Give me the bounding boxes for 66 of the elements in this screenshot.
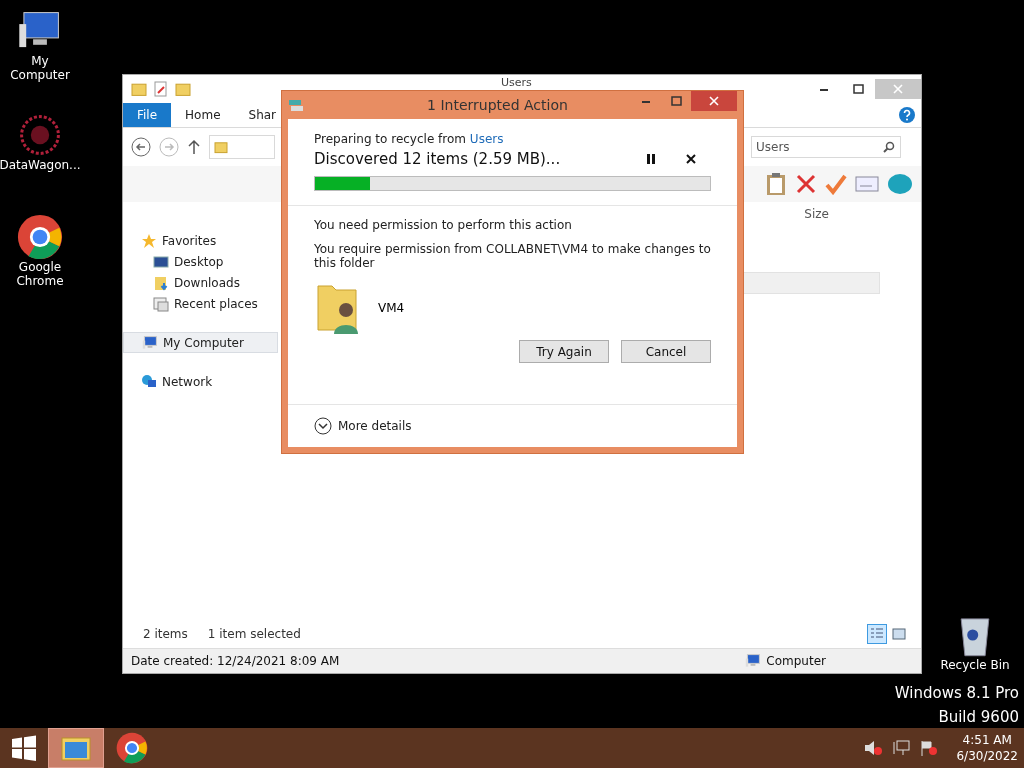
retry-button[interactable]: Try Again	[519, 340, 609, 363]
ribbon-tab[interactable]: Home	[171, 103, 235, 127]
recent-places-icon	[153, 295, 169, 312]
details-toggle[interactable]: More details	[314, 417, 412, 435]
ribbon-tab[interactable]: File	[123, 103, 172, 127]
close-icon	[686, 154, 696, 164]
status-text: Date created: 12/24/2021 8:09 AM	[131, 654, 340, 668]
close-icon[interactable]	[708, 95, 720, 107]
maximize-icon[interactable]	[670, 95, 682, 107]
folder-icon	[175, 81, 191, 97]
icon-label[interactable]: DataWagon...	[0, 158, 81, 172]
nav-item[interactable]: Recent places	[123, 293, 278, 314]
flag-icon[interactable]	[920, 740, 939, 756]
chevron-down-icon	[314, 417, 332, 435]
icon-label[interactable]: My Computer	[0, 54, 80, 82]
properties-icon	[153, 81, 169, 97]
back-icon[interactable]	[131, 137, 151, 157]
watermark-text: Windows 8.1 Pro	[894, 684, 1019, 702]
folder-icon	[153, 274, 169, 291]
checkmark-icon[interactable]	[825, 173, 847, 195]
icon-label[interactable]: Recycle Bin	[940, 658, 1010, 672]
transfer-icon	[288, 98, 304, 112]
cancel-button[interactable]: Cancel	[621, 340, 711, 363]
folder-name: VM4	[378, 301, 405, 315]
network-icon	[141, 373, 157, 390]
windows-logo-icon	[11, 735, 37, 761]
zone-label: Computer	[766, 654, 826, 668]
speaker-muted-icon[interactable]	[864, 740, 883, 756]
progress-status: Discovered 12 items (2.59 MB)...	[314, 150, 562, 168]
window-title: Users	[501, 76, 532, 89]
folder-icon	[131, 81, 147, 97]
nav-item[interactable]: Downloads	[123, 272, 278, 293]
clock[interactable]: 4:51 AM 6/30/2022	[956, 732, 1018, 764]
clipboard-icon[interactable]	[765, 172, 787, 196]
dialog-title: 1 Interrupted Action	[426, 97, 569, 113]
nav-item[interactable]: Favorites	[123, 230, 278, 251]
permission-heading: You need permission to perform this action	[314, 218, 573, 232]
permission-message: You require permission from COLLABNET\VM4 to make changes to this folder	[314, 242, 711, 270]
watermark-text: Build 9600	[938, 708, 1019, 726]
computer-icon	[142, 334, 158, 351]
clock-date: 6/30/2022	[956, 748, 1018, 764]
up-icon[interactable]	[187, 139, 201, 155]
folder-link[interactable]: Users	[469, 132, 504, 146]
nav-item[interactable]: Desktop	[123, 251, 278, 272]
clock-time: 4:51 AM	[962, 732, 1012, 748]
search-field[interactable]: Users	[751, 136, 901, 158]
starburst-icon	[17, 112, 63, 158]
selection-count: 1 item selected	[207, 627, 301, 641]
chrome-icon	[17, 214, 63, 260]
item-count: 2 items	[143, 627, 188, 641]
source-text: Preparing to recycle from Users	[314, 132, 505, 146]
pause-icon	[647, 154, 655, 164]
icon-label[interactable]: Google Chrome	[16, 260, 64, 288]
nav-item[interactable]: Network	[123, 371, 278, 392]
network-status-icon[interactable]	[892, 740, 911, 756]
nav-item[interactable]: My Computer	[123, 332, 278, 353]
maximize-icon[interactable]	[852, 83, 864, 95]
search-icon	[883, 141, 895, 153]
computer-icon	[745, 653, 762, 669]
desktop-icon	[153, 253, 169, 270]
help-icon	[899, 107, 915, 123]
chrome-icon	[116, 732, 148, 764]
column-header[interactable]: Size	[804, 207, 829, 221]
star-icon	[141, 232, 157, 249]
delete-icon[interactable]	[795, 173, 817, 195]
folder-icon	[214, 140, 228, 154]
